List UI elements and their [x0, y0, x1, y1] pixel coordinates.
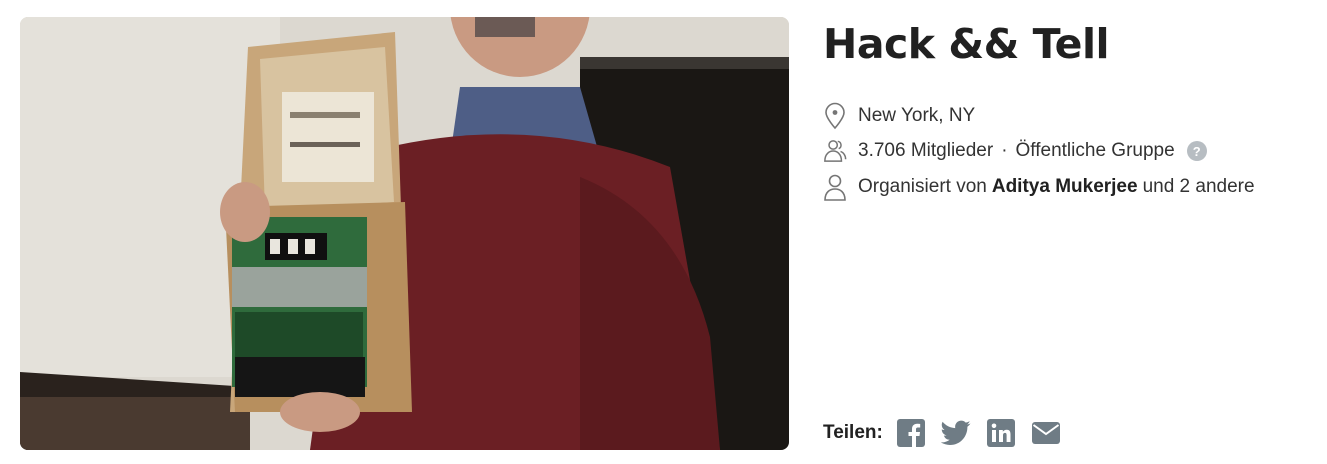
- location-text[interactable]: New York, NY: [858, 105, 975, 127]
- linkedin-icon[interactable]: [986, 418, 1016, 448]
- separator-dot: ·: [1001, 140, 1008, 161]
- group-title: Hack && Tell: [823, 20, 1110, 68]
- organizer-icon: [823, 173, 847, 201]
- organizer-prefix: Organisiert von: [858, 176, 987, 197]
- members-count[interactable]: 3.706 Mitglieder: [858, 140, 993, 162]
- email-icon[interactable]: [1031, 418, 1061, 448]
- members-icon: [823, 137, 847, 165]
- twitter-icon[interactable]: [940, 418, 971, 448]
- facebook-icon[interactable]: [896, 418, 926, 448]
- location-pin-icon: [823, 102, 847, 130]
- share-label: Teilen:: [823, 422, 883, 443]
- help-icon[interactable]: ?: [1186, 141, 1207, 161]
- organizer-suffix[interactable]: und 2 andere: [1143, 176, 1255, 198]
- members-row: 3.706 Mitglieder · Öffentliche Gruppe ?: [823, 137, 1207, 165]
- location-row: New York, NY: [823, 102, 975, 130]
- group-visibility: Öffentliche Gruppe: [1015, 140, 1175, 161]
- share-bar: Teilen:: [823, 416, 1076, 450]
- group-cover-photo: [20, 17, 789, 450]
- group-info-panel: Hack && Tell New York, NY 3.706 Mitglied…: [823, 0, 1327, 464]
- organizer-name[interactable]: Aditya Mukerjee: [992, 176, 1138, 198]
- organizer-row: Organisiert von Aditya Mukerjee und 2 an…: [823, 173, 1255, 201]
